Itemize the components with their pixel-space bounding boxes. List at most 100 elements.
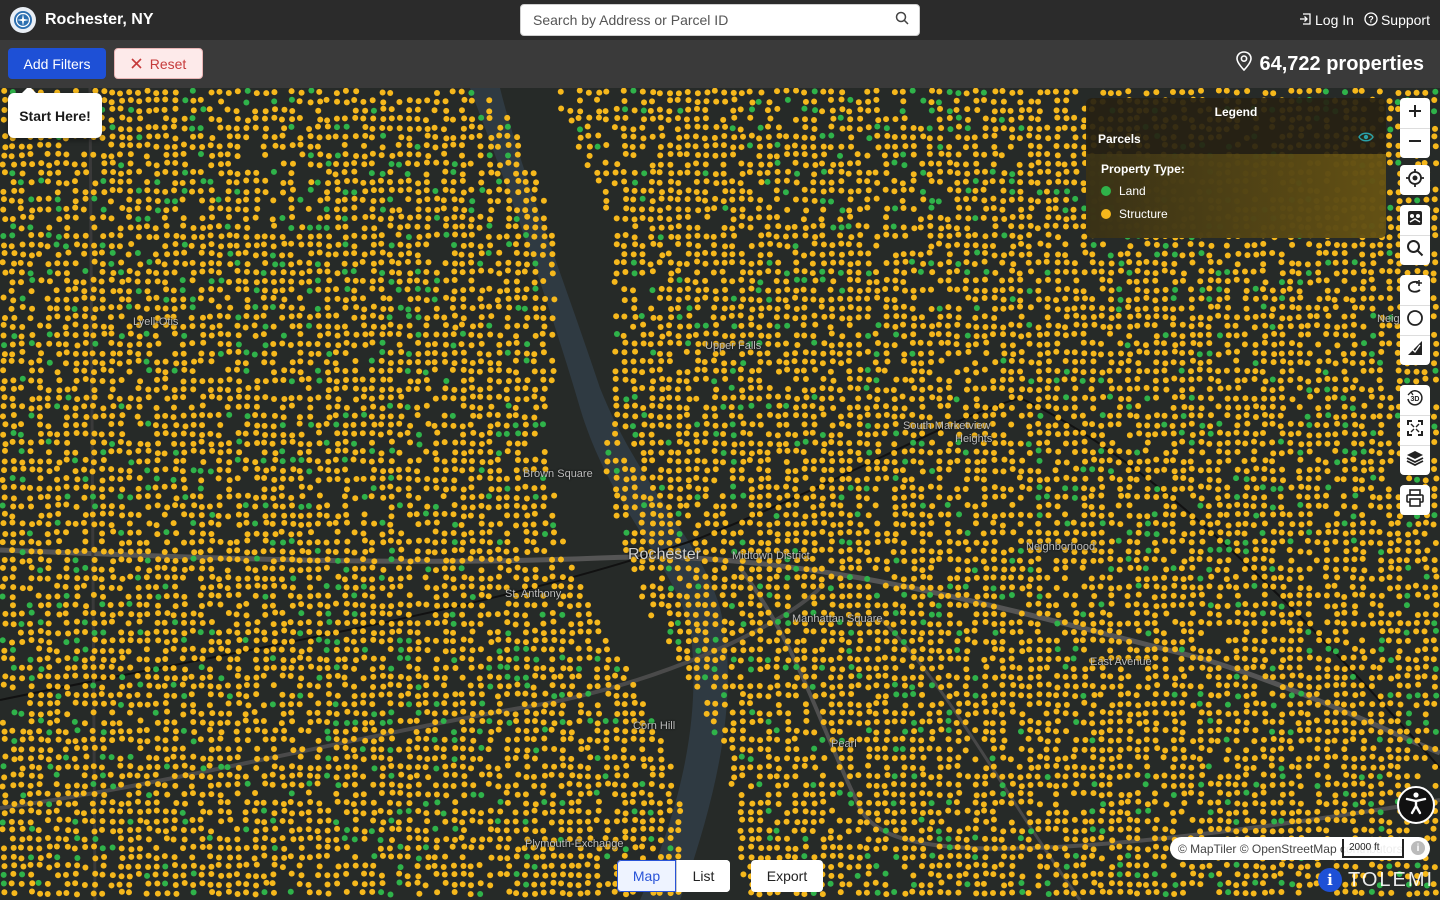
- parcel-dot[interactable]: [738, 222, 745, 229]
- parcel-dot[interactable]: [145, 295, 152, 302]
- parcel-dot[interactable]: [839, 287, 846, 294]
- parcel-dot[interactable]: [55, 142, 62, 149]
- parcel-dot[interactable]: [1259, 368, 1266, 375]
- parcel-dot[interactable]: [515, 233, 522, 240]
- parcel-dot[interactable]: [440, 205, 447, 212]
- parcel-dot[interactable]: [377, 277, 384, 284]
- parcel-dot[interactable]: [765, 403, 772, 410]
- parcel-dot[interactable]: [657, 350, 664, 357]
- parcel-dot[interactable]: [523, 396, 530, 403]
- parcel-dot[interactable]: [1099, 412, 1106, 419]
- parcel-dot[interactable]: [225, 124, 232, 131]
- parcel-dot[interactable]: [271, 98, 278, 105]
- parcel-dot[interactable]: [1, 107, 8, 114]
- parcel-dot[interactable]: [459, 330, 466, 337]
- parcel-dot[interactable]: [1178, 429, 1185, 436]
- parcel-dot[interactable]: [856, 430, 863, 437]
- parcel-dot[interactable]: [729, 412, 736, 419]
- parcel-dot[interactable]: [613, 270, 620, 277]
- parcel-dot[interactable]: [1019, 375, 1026, 382]
- parcel-dot[interactable]: [746, 430, 753, 437]
- parcel-dot[interactable]: [1072, 367, 1079, 374]
- parcel-dot[interactable]: [161, 106, 168, 113]
- parcel-dot[interactable]: [207, 387, 214, 394]
- parcel-dot[interactable]: [378, 286, 385, 293]
- parcel-dot[interactable]: [1054, 114, 1061, 121]
- parcel-dot[interactable]: [154, 359, 161, 366]
- parcel-dot[interactable]: [1270, 359, 1277, 366]
- parcel-dot[interactable]: [811, 126, 818, 133]
- parcel-dot[interactable]: [1045, 168, 1052, 175]
- parcel-dot[interactable]: [873, 377, 880, 384]
- parcel-dot[interactable]: [505, 402, 512, 409]
- parcel-dot[interactable]: [1277, 377, 1284, 384]
- parcel-dot[interactable]: [650, 168, 657, 175]
- parcel-dot[interactable]: [980, 214, 987, 221]
- parcel-dot[interactable]: [613, 395, 620, 402]
- parcel-dot[interactable]: [154, 278, 161, 285]
- parcel-dot[interactable]: [37, 421, 44, 428]
- parcel-dot[interactable]: [1225, 332, 1232, 339]
- parcel-dot[interactable]: [352, 133, 359, 140]
- parcel-dot[interactable]: [665, 330, 672, 337]
- parcel-dot[interactable]: [1331, 296, 1338, 303]
- parcel-dot[interactable]: [1244, 88, 1251, 95]
- parcel-dot[interactable]: [334, 430, 341, 437]
- parcel-dot[interactable]: [1368, 393, 1375, 400]
- parcel-dot[interactable]: [135, 350, 142, 357]
- parcel-dot[interactable]: [272, 142, 279, 149]
- parcel-dot[interactable]: [630, 152, 637, 159]
- parcel-dot[interactable]: [1305, 378, 1312, 385]
- parcel-dot[interactable]: [684, 206, 691, 213]
- parcel-dot[interactable]: [262, 431, 269, 438]
- parcel-dot[interactable]: [919, 160, 926, 167]
- parcel-dot[interactable]: [180, 350, 187, 357]
- parcel-dot[interactable]: [1054, 152, 1061, 159]
- parcel-dot[interactable]: [431, 349, 438, 356]
- parcel-dot[interactable]: [1386, 234, 1393, 241]
- parcel-dot[interactable]: [134, 205, 141, 212]
- parcel-dot[interactable]: [324, 195, 331, 202]
- parcel-dot[interactable]: [936, 376, 943, 383]
- parcel-dot[interactable]: [235, 387, 242, 394]
- parcel-dot[interactable]: [1081, 438, 1088, 445]
- parcel-dot[interactable]: [668, 314, 675, 321]
- parcel-dot[interactable]: [1144, 321, 1151, 328]
- parcel-dot[interactable]: [1179, 350, 1186, 357]
- parcel-dot[interactable]: [306, 322, 313, 329]
- parcel-dot[interactable]: [260, 312, 267, 319]
- parcel-dot[interactable]: [1152, 385, 1159, 392]
- parcel-dot[interactable]: [387, 196, 394, 203]
- parcel-dot[interactable]: [910, 267, 917, 274]
- parcel-dot[interactable]: [135, 198, 142, 205]
- parcel-dot[interactable]: [504, 114, 511, 121]
- parcel-dot[interactable]: [153, 188, 160, 195]
- parcel-dot[interactable]: [19, 304, 26, 311]
- parcel-dot[interactable]: [443, 294, 450, 301]
- parcel-dot[interactable]: [730, 89, 737, 96]
- parcel-dot[interactable]: [739, 170, 746, 177]
- parcel-dot[interactable]: [819, 108, 826, 115]
- parcel-dot[interactable]: [351, 97, 358, 104]
- parcel-dot[interactable]: [324, 189, 331, 196]
- parcel-dot[interactable]: [1036, 387, 1043, 394]
- parcel-dot[interactable]: [668, 305, 675, 312]
- parcel-dot[interactable]: [1133, 340, 1140, 347]
- parcel-dot[interactable]: [64, 315, 71, 322]
- parcel-dot[interactable]: [488, 207, 495, 214]
- parcel-dot[interactable]: [1154, 422, 1161, 429]
- parcel-dot[interactable]: [864, 405, 871, 412]
- parcel-dot[interactable]: [1206, 367, 1213, 374]
- parcel-dot[interactable]: [28, 214, 35, 221]
- parcel-dot[interactable]: [307, 404, 314, 411]
- parcel-dot[interactable]: [1378, 421, 1385, 428]
- parcel-dot[interactable]: [1198, 405, 1205, 412]
- parcel-dot[interactable]: [108, 141, 115, 148]
- parcel-dot[interactable]: [765, 123, 772, 130]
- parcel-dot[interactable]: [396, 341, 403, 348]
- parcel-dot[interactable]: [1313, 387, 1320, 394]
- parcel-dot[interactable]: [1369, 305, 1376, 312]
- parcel-dot[interactable]: [423, 187, 430, 194]
- parcel-dot[interactable]: [1306, 432, 1313, 439]
- parcel-dot[interactable]: [774, 168, 781, 175]
